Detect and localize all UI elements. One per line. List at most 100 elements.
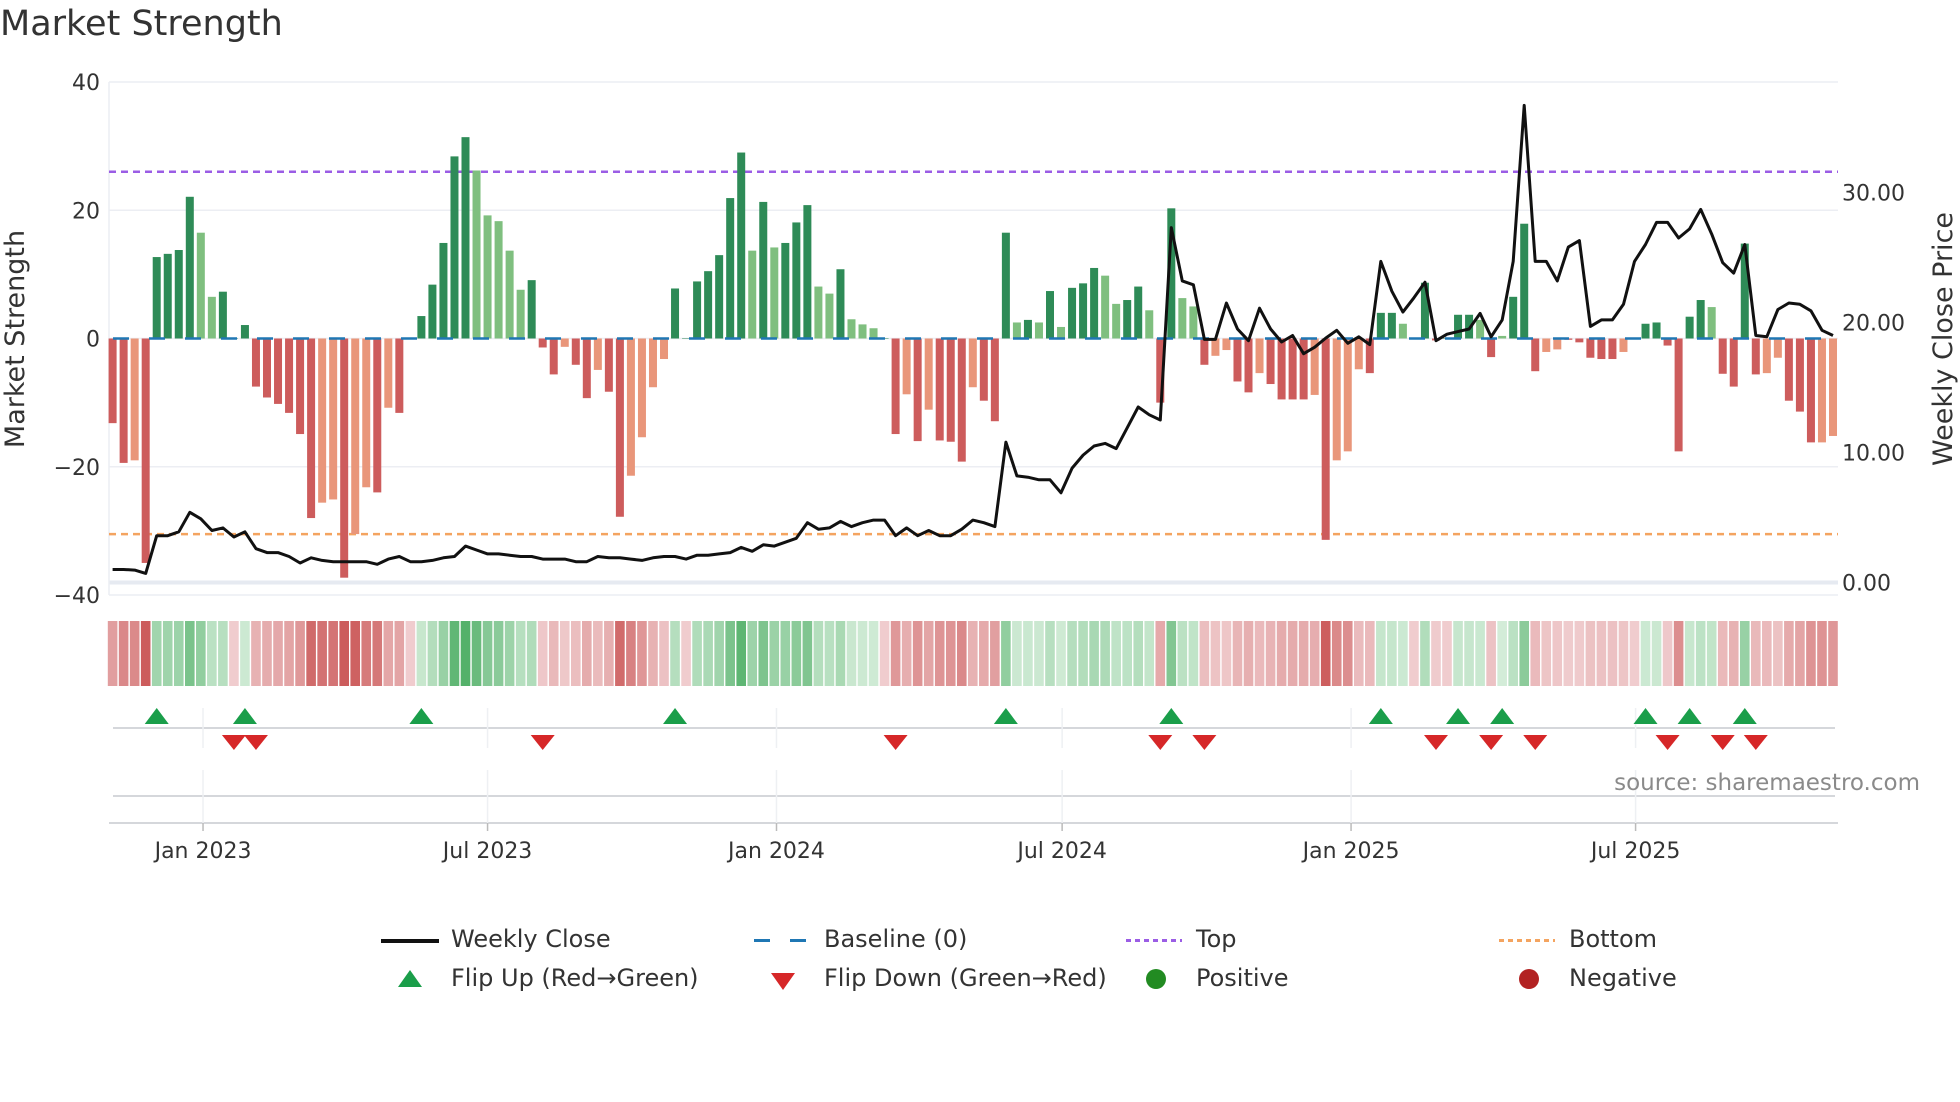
strength-strip-cell	[229, 621, 239, 686]
strength-strip-cell	[1486, 621, 1496, 686]
strength-strip-cell	[1530, 621, 1541, 686]
positive-bar	[1034, 322, 1043, 339]
positive-bar	[1387, 312, 1396, 339]
negative-bar	[957, 338, 966, 462]
positive-bar	[152, 257, 161, 339]
positive-bar	[792, 222, 801, 339]
positive-bar	[1123, 300, 1132, 339]
flip-up-marker	[1677, 708, 1702, 724]
flip-down-marker	[1743, 735, 1768, 750]
strength-strip-cell	[173, 621, 184, 686]
strength-strip-cell	[1365, 621, 1375, 686]
positive-bar	[1045, 291, 1054, 339]
strength-strip-cell	[1828, 621, 1838, 686]
x-tick-label: Jul 2024	[1015, 839, 1107, 864]
strength-strip-cell	[1695, 621, 1706, 686]
dotted-orange-swatch-icon	[1499, 939, 1555, 942]
positive-bar	[1189, 306, 1198, 339]
positive-bar	[770, 247, 779, 339]
negative-bar	[946, 338, 955, 442]
strength-strip-cell	[857, 621, 868, 686]
strength-strip-cell	[427, 621, 438, 686]
positive-bar	[1090, 267, 1099, 339]
strength-strip-cell	[868, 621, 879, 686]
positive-bar	[1509, 296, 1518, 339]
strength-strip-cell	[1045, 621, 1055, 686]
flip-down-marker	[243, 735, 268, 750]
positive-bar	[1145, 310, 1154, 339]
strength-strip-cell	[846, 621, 857, 686]
strength-strip-cell	[1640, 621, 1651, 686]
strength-strip-cell	[184, 621, 195, 686]
flip-down-marker	[530, 735, 555, 750]
flip-down-marker	[221, 735, 246, 750]
negative-bar	[285, 338, 294, 413]
negative-bar	[979, 338, 988, 401]
negative-bar	[1542, 338, 1551, 352]
strength-strip-cell	[515, 621, 526, 686]
strength-strip-cell	[383, 621, 394, 686]
negative-bar	[1784, 338, 1793, 401]
strength-strip-cell	[471, 621, 482, 686]
triangle-down-icon	[771, 973, 795, 990]
negative-bar	[1575, 338, 1584, 343]
legend-bottom: Bottom	[1499, 925, 1657, 953]
positive-bar	[1398, 323, 1407, 339]
strength-strip-cell	[1210, 621, 1221, 686]
negative-bar	[1321, 338, 1330, 540]
strength-strip-cell	[1751, 621, 1761, 686]
positive-bar	[450, 156, 459, 339]
negative-bar	[1354, 338, 1363, 370]
negative-bar	[1795, 338, 1804, 412]
flip-down-marker	[883, 735, 908, 750]
strength-strip-cell	[1353, 621, 1364, 686]
dash-swatch-icon	[754, 939, 806, 942]
strength-strip-cell	[416, 621, 427, 686]
negative-bar	[1277, 338, 1286, 400]
red-dot-icon	[1519, 969, 1539, 989]
x-tick-label: Jan 2023	[153, 839, 252, 864]
strength-strip-cell	[1067, 621, 1077, 686]
y-tick-label: 0	[86, 328, 100, 353]
strength-strip-cell	[1254, 621, 1265, 686]
y-tick-label: −40	[54, 584, 100, 609]
strength-strip-cell	[626, 621, 636, 686]
strength-strip-cell	[890, 621, 901, 686]
strength-strip-cell	[703, 621, 713, 686]
negative-bar	[296, 338, 305, 435]
positive-bar	[417, 316, 426, 339]
strength-strip-cell	[934, 621, 945, 686]
strength-strip-cell	[1585, 621, 1596, 686]
strength-strip-cell	[548, 621, 559, 686]
positive-bar	[814, 286, 823, 339]
legend-flip-down: Flip Down (Green→Red)	[754, 964, 1107, 992]
strength-strip-cell	[1232, 621, 1243, 686]
negative-bar	[1751, 338, 1760, 375]
strength-strip-cell	[1111, 621, 1121, 686]
strength-strip-cell	[1596, 621, 1607, 686]
positive-bar	[483, 215, 492, 339]
positive-bar	[748, 250, 757, 339]
positive-bar	[1707, 307, 1716, 339]
line-swatch-icon	[381, 939, 439, 943]
flip-down-marker	[1710, 735, 1735, 750]
strength-strip-cell	[526, 621, 537, 686]
negative-bar	[1674, 338, 1683, 452]
strength-strip-cell	[1728, 621, 1739, 686]
positive-bar	[461, 137, 470, 339]
strength-strip-cell	[1177, 621, 1188, 686]
negative-bar	[1553, 338, 1562, 350]
legend-positive: Positive	[1126, 964, 1289, 992]
strength-strip-cell	[394, 621, 405, 686]
positive-bar	[737, 152, 746, 339]
strength-strip-cell	[1376, 621, 1386, 686]
negative-bar	[395, 338, 404, 413]
negative-bar	[615, 338, 624, 517]
flip-up-marker	[1159, 708, 1184, 724]
legend-label: Weekly Close	[451, 925, 611, 953]
strength-strip-cell	[1320, 621, 1331, 686]
negative-bar	[1211, 338, 1220, 356]
negative-bar	[274, 338, 283, 404]
strength-strip-cell	[493, 621, 504, 686]
legend-label: Bottom	[1569, 925, 1658, 953]
